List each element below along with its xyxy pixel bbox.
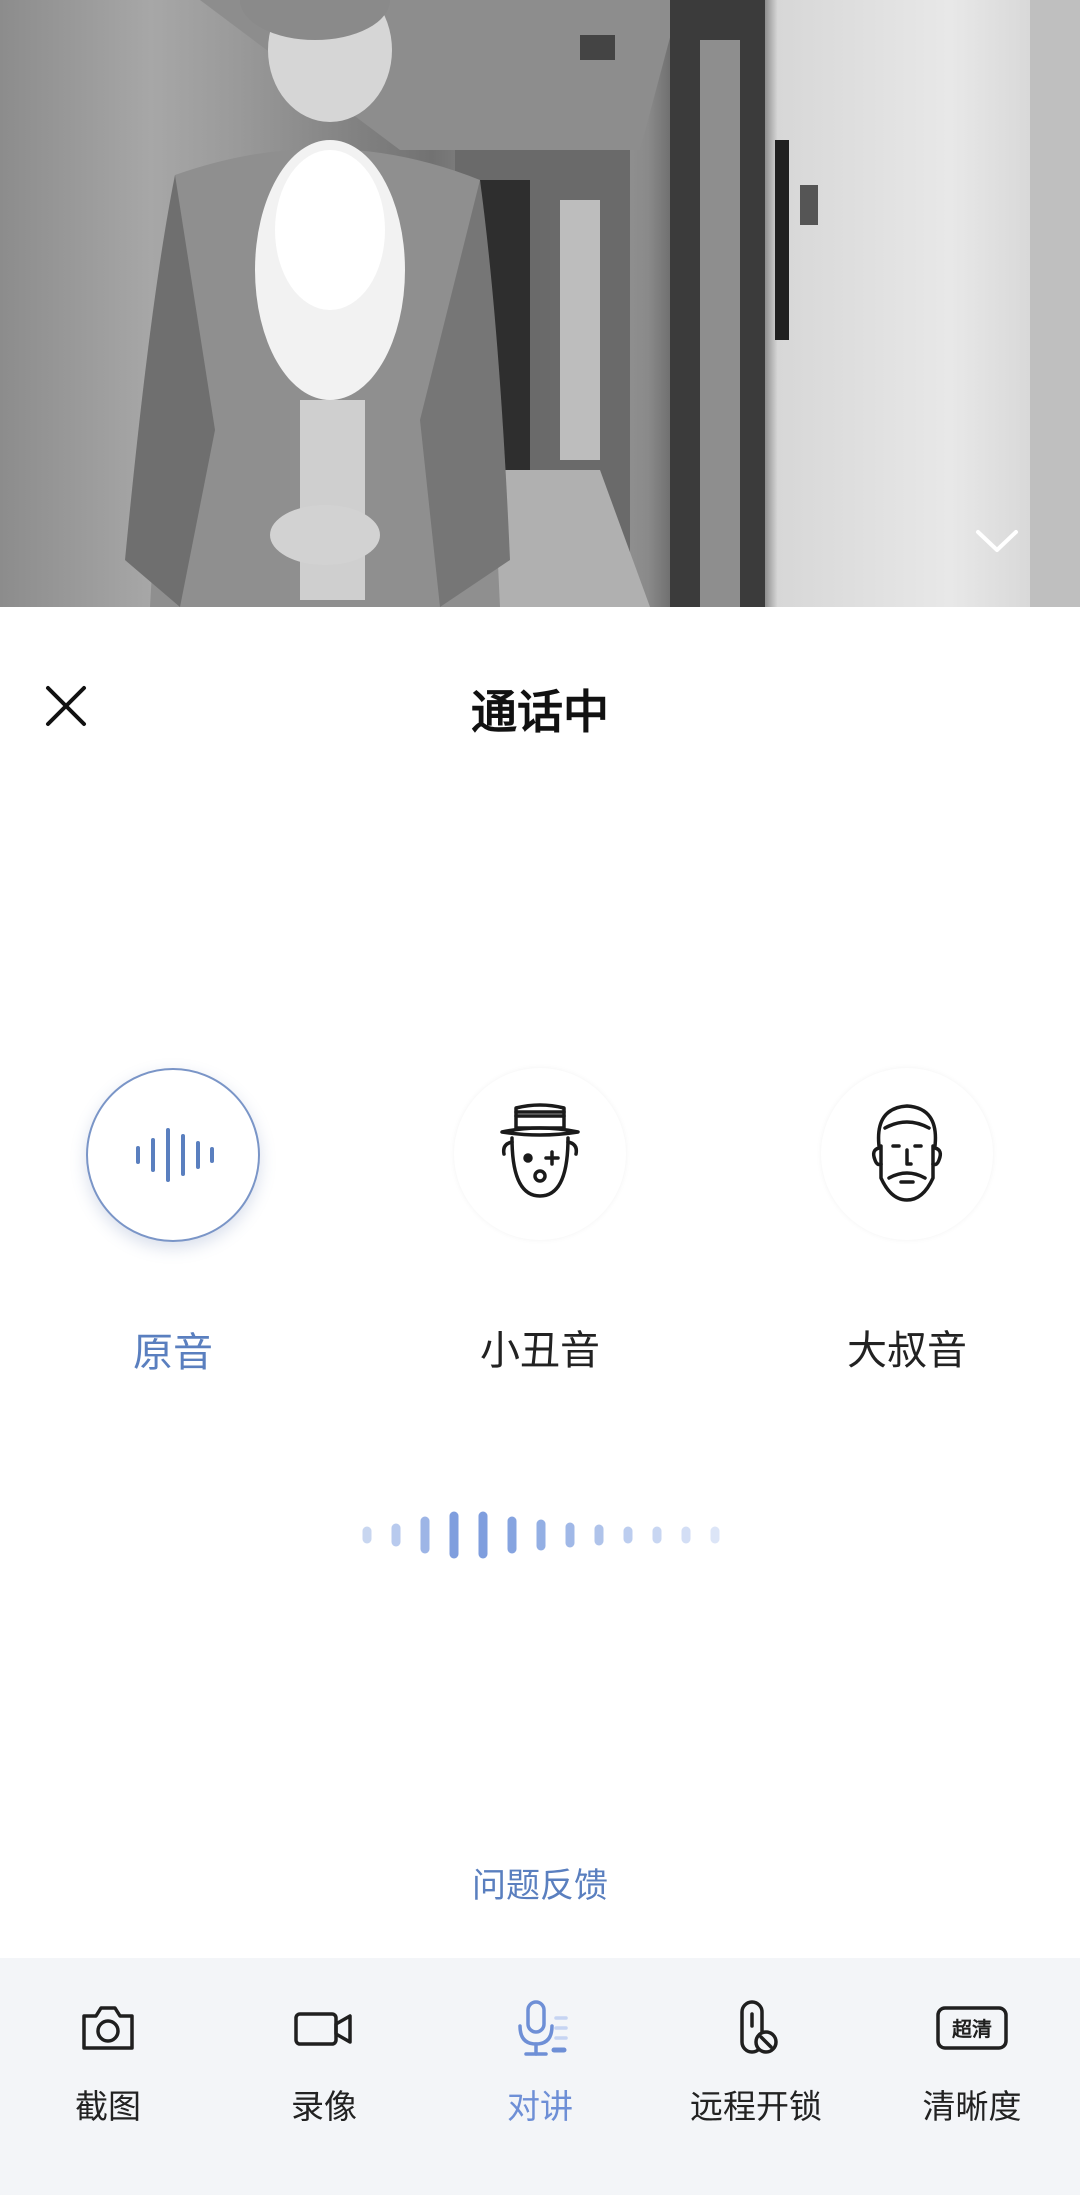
bearded-man-face-icon [871,1104,943,1202]
toolbar-remote-unlock-label: 远程开锁 [690,2087,822,2126]
microphone-icon [508,1996,572,2060]
voice-option-uncle-label: 大叔音 [847,1328,967,1374]
toolbar-record-label: 录像 [291,2087,357,2126]
voice-option-clown-circle [454,1068,626,1240]
camera-feed-scene [125,0,1080,607]
toolbar-screenshot-button[interactable]: 截图 [13,1996,203,2128]
voice-option-original-circle [86,1068,260,1242]
clown-face-icon [500,1103,580,1198]
toolbar-quality-button[interactable]: 超清 清晰度 [877,1996,1067,2128]
voice-option-uncle[interactable]: 大叔音 [797,1068,1017,1376]
voice-option-uncle-circle [821,1068,993,1240]
voice-option-original-label: 原音 [133,1330,213,1376]
toolbar-record-button[interactable]: 录像 [229,1996,419,2128]
waveform-icon [136,1128,214,1182]
voice-level-meter [362,1511,720,1559]
toolbar-quality-label: 清晰度 [922,2087,1022,2126]
quality-badge-text: 超清 [951,2017,992,2041]
bottom-toolbar: 截图 录像 对讲 远程开锁 超清 清晰度 [0,1958,1080,2195]
call-status-title: 通话中 [471,685,609,739]
feedback-link[interactable]: 问题反馈 [0,1858,1080,1907]
toolbar-intercom-button[interactable]: 对讲 [445,1996,635,2128]
voice-option-clown-label: 小丑音 [480,1328,600,1374]
remote-unlock-icon [724,1996,788,2060]
voice-option-original[interactable]: 原音 [63,1068,283,1378]
quality-badge-icon: 超清 [936,1996,1008,2060]
toolbar-remote-unlock-button[interactable]: 远程开锁 [661,1996,851,2128]
voice-option-clown[interactable]: 小丑音 [430,1068,650,1376]
camera-live-feed [0,0,1080,607]
video-camera-icon [292,1996,356,2060]
toolbar-intercom-label: 对讲 [507,2087,573,2126]
camera-icon [76,1996,140,2060]
collapse-chevron-icon[interactable] [972,522,1022,562]
toolbar-screenshot-label: 截图 [75,2087,141,2126]
